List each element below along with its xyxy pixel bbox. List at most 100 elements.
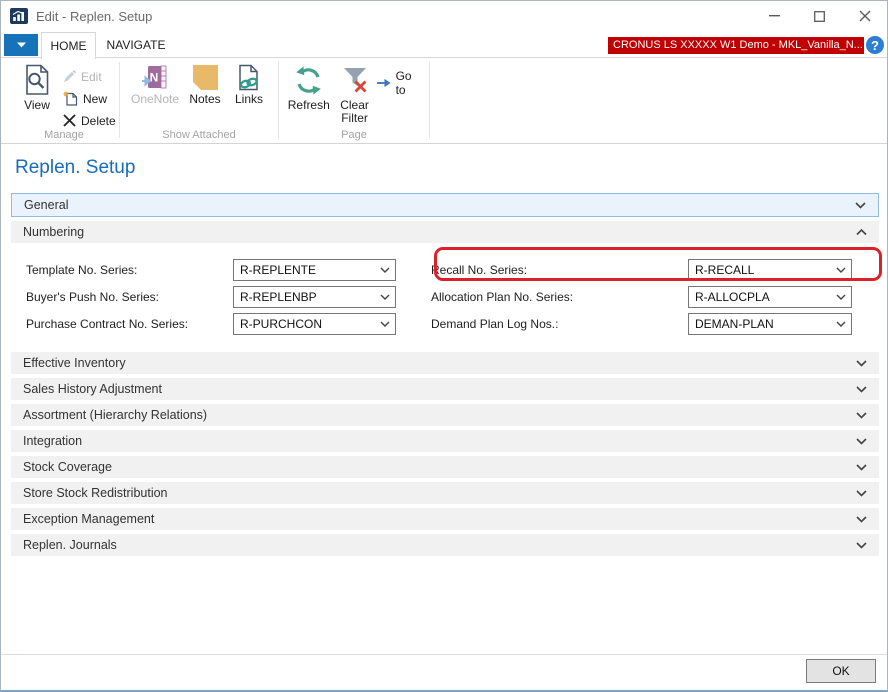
ribbon-group-show-attached: N OneNote Notes [120,59,278,143]
chevron-down-icon[interactable] [375,314,395,334]
chevron-down-icon [855,202,866,209]
ribbon: View Edit New [1,59,887,144]
titlebar: Edit - Replen. Setup [1,1,887,31]
purchase-contract-no-series-combobox[interactable]: R-PURCHCON [233,313,396,335]
clear-filter-icon [339,64,371,96]
recall-no-series-combobox[interactable]: R-RECALL [688,259,852,281]
demand-plan-log-nos-combobox[interactable]: DEMAN-PLAN [688,313,852,335]
section-numbering[interactable]: Numbering [11,221,879,243]
help-button[interactable]: ? [866,36,884,54]
combobox-value: DEMAN-PLAN [695,317,774,331]
group-separator [429,62,430,138]
delete-button[interactable]: Delete [63,111,116,130]
notes-button[interactable]: Notes [183,61,227,109]
chevron-down-icon[interactable] [375,287,395,307]
application-menu-button[interactable] [4,34,38,56]
chevron-down-icon[interactable] [831,260,851,280]
edit-icon [63,70,76,83]
maximize-button[interactable] [797,1,842,31]
section-exception-management[interactable]: Exception Management [11,508,879,530]
template-no-series-combobox[interactable]: R-REPLENTE [233,259,396,281]
new-button[interactable]: New [63,89,116,108]
section-sales-history-adjustment[interactable]: Sales History Adjustment [11,378,879,400]
chevron-down-icon [856,386,867,393]
chevron-down-icon[interactable] [831,314,851,334]
section-replen-journals[interactable]: Replen. Journals [11,534,879,556]
view-button[interactable]: View [15,61,59,115]
combobox-value: R-ALLOCPLA [695,290,770,304]
buyers-push-no-series-label: Buyer's Push No. Series: [11,290,233,304]
buyers-push-no-series-combobox[interactable]: R-REPLENBP [233,286,396,308]
close-button[interactable] [842,1,887,31]
section-integration[interactable]: Integration [11,430,879,452]
minimize-button[interactable] [752,1,797,31]
group-label-page: Page [279,129,429,141]
section-numbering-label: Numbering [23,225,84,239]
go-to-button-label: Go to [396,69,423,97]
field-row: Template No. Series: R-REPLENTE Recall N… [11,259,879,281]
allocation-plan-no-series-label: Allocation Plan No. Series: [396,290,688,304]
section-general-label: General [24,198,68,212]
new-icon [63,91,78,106]
ok-button[interactable]: OK [806,659,876,683]
app-icon [10,8,28,24]
chevron-down-icon[interactable] [375,260,395,280]
notes-icon [192,64,218,90]
window-controls [752,1,887,31]
chevron-down-icon [856,360,867,367]
minimize-icon [769,15,780,17]
go-to-icon [377,78,391,88]
app-window: Edit - Replen. Setup HOME NAVIGATE CRONU… [0,0,888,692]
links-icon [236,64,262,90]
purchase-contract-no-series-label: Purchase Contract No. Series: [11,317,233,331]
clear-filter-button[interactable]: Clear Filter [333,61,377,128]
section-store-stock-redistribution[interactable]: Store Stock Redistribution [11,482,879,504]
help-icon: ? [871,38,879,53]
section-stock-coverage[interactable]: Stock Coverage [11,456,879,478]
window-title: Edit - Replen. Setup [36,9,152,24]
chevron-down-icon[interactable] [831,287,851,307]
tab-navigate[interactable]: NAVIGATE [101,32,171,58]
combobox-value: R-REPLENBP [240,290,317,304]
chevron-down-icon [856,542,867,549]
manage-small-buttons: Edit New Delete [63,61,116,133]
links-button-label: Links [235,93,263,106]
page-title: Replen. Setup [15,157,135,179]
field-row: Purchase Contract No. Series: R-PURCHCON… [11,313,879,335]
chevron-up-icon [856,229,867,236]
ribbon-group-page: Refresh Clear Filter Go to Page [279,59,429,143]
section-label: Store Stock Redistribution [23,486,168,500]
section-general[interactable]: General [11,193,879,217]
chevron-down-icon [856,464,867,471]
section-label: Stock Coverage [23,460,112,474]
tab-home[interactable]: HOME [41,32,96,59]
section-assortment[interactable]: Assortment (Hierarchy Relations) [11,404,879,426]
allocation-plan-no-series-combobox[interactable]: R-ALLOCPLA [688,286,852,308]
chevron-down-icon [856,412,867,419]
section-label: Exception Management [23,512,154,526]
onenote-button: N OneNote [127,61,183,109]
combobox-value: R-REPLENTE [240,263,316,277]
ribbon-group-manage: View Edit New [9,59,119,143]
onenote-icon: N [142,64,168,90]
chevron-down-icon [856,516,867,523]
section-effective-inventory[interactable]: Effective Inventory [11,352,879,374]
edit-button-label: Edit [81,70,102,84]
close-icon [859,10,871,22]
links-button[interactable]: Links [227,61,271,109]
edit-button: Edit [63,67,116,86]
recall-no-series-label: Recall No. Series: [396,263,688,277]
field-row: Buyer's Push No. Series: R-REPLENBP Allo… [11,286,879,308]
footer-separator [1,654,887,655]
refresh-button[interactable]: Refresh [285,61,333,115]
refresh-button-label: Refresh [288,99,330,112]
go-to-button[interactable]: Go to [377,69,423,97]
new-button-label: New [83,92,107,106]
numbering-fields-panel: Template No. Series: R-REPLENTE Recall N… [11,247,879,348]
section-label: Integration [23,434,82,448]
demand-plan-log-nos-label: Demand Plan Log Nos.: [396,317,688,331]
view-button-label: View [24,99,50,112]
template-no-series-label: Template No. Series: [11,263,233,277]
delete-button-label: Delete [81,114,116,128]
refresh-icon [293,64,325,96]
